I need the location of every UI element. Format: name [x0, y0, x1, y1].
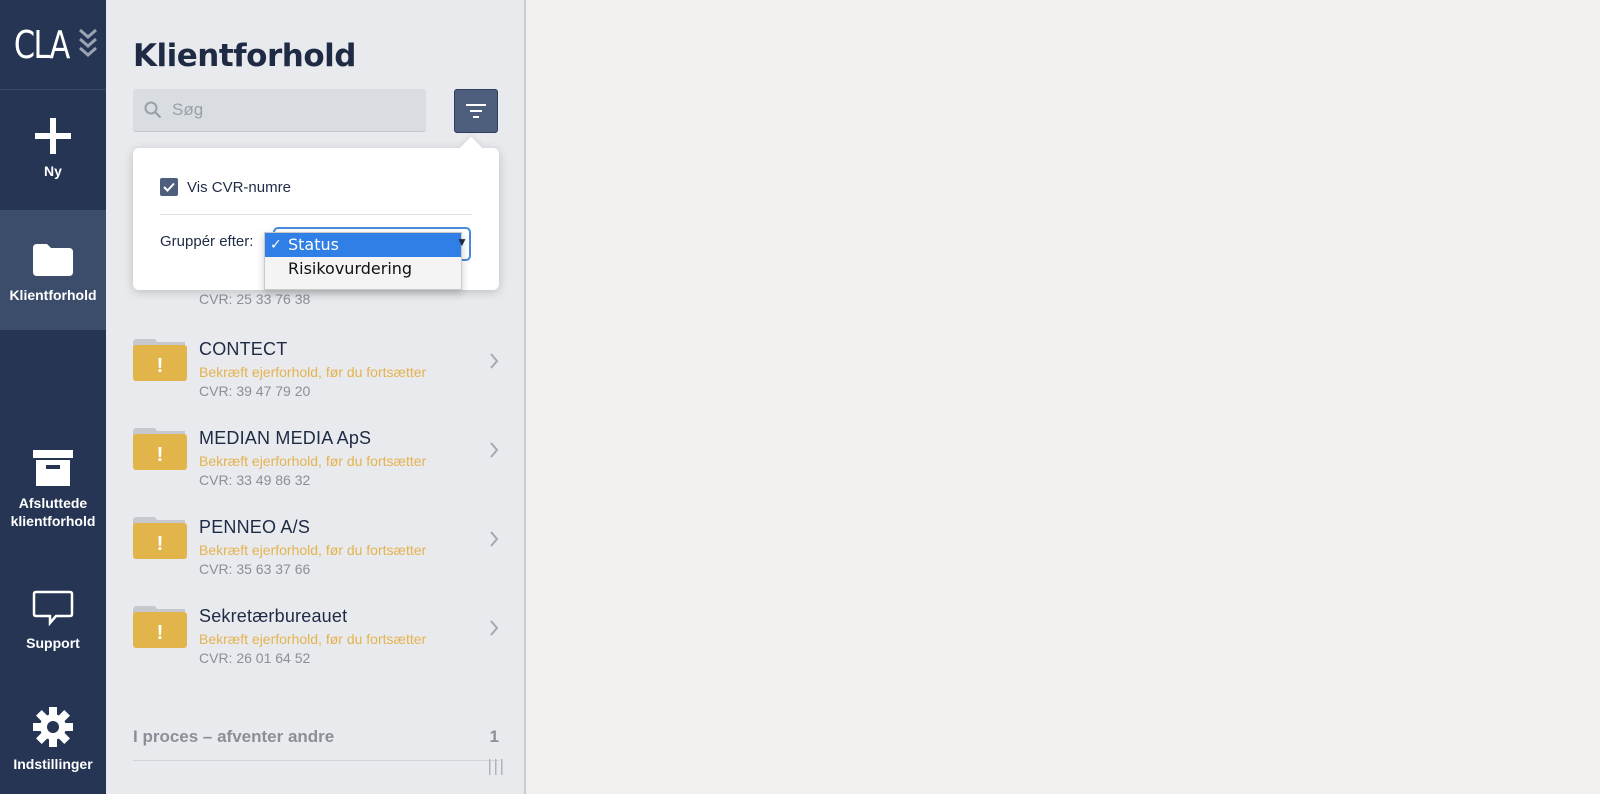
nav-label-clients: Klientforhold [9, 287, 97, 303]
client-list-item[interactable]: ! PENNEO A/S Bekræft ejerforhold, før du… [133, 517, 499, 587]
filter-icon [466, 104, 486, 118]
option-label: Risikovurdering [288, 259, 413, 278]
chevron-right-icon [490, 442, 499, 458]
client-cvr: CVR: 39 47 79 20 [199, 383, 311, 399]
chevron-right-icon [490, 531, 499, 547]
folder-badge: ! [157, 622, 164, 644]
chevron-right-icon [490, 353, 499, 369]
search-input[interactable] [170, 99, 414, 121]
option-label: Status [288, 235, 339, 254]
section-count: 1 [489, 727, 499, 746]
side-nav: CLA Ny Klientforhold Afsluttede klientfo… [0, 0, 106, 794]
client-name: Sekretærbureauet [199, 606, 348, 626]
select-caret-icon: ▼ [456, 235, 468, 249]
nav-label-settings: Indstillinger [13, 756, 93, 772]
filter-popover: Vis CVR-numre Gruppér efter: ▼ ✓ Status … [133, 136, 499, 290]
show-cvr-row[interactable]: Vis CVR-numre [160, 178, 291, 196]
nav-label-archived: Afsluttede klientforhold [10, 495, 96, 529]
archive-box-icon [33, 450, 73, 486]
client-list-item[interactable]: ! Sekretærbureauet Bekræft ejerforhold, … [133, 606, 499, 676]
client-list-item[interactable]: ! CONTECT Bekræft ejerforhold, før du fo… [133, 339, 499, 409]
search-icon [144, 101, 162, 119]
group-by-option-status[interactable]: ✓ Status [265, 233, 461, 257]
client-name: CONTECT [199, 339, 288, 359]
checkmark-icon [163, 182, 175, 192]
folder-icon [33, 244, 73, 276]
nav-label-support: Support [26, 635, 80, 651]
client-cvr: CVR: 26 01 64 52 [199, 650, 311, 666]
nav-item-settings[interactable]: Indstillinger [0, 707, 106, 773]
logo[interactable]: CLA [0, 0, 106, 90]
nav-item-archived[interactable]: Afsluttede klientforhold [0, 450, 106, 530]
warning-folder-icon: ! [133, 517, 187, 559]
selected-check-icon: ✓ [270, 237, 282, 253]
client-name: MEDIAN MEDIA ApS [199, 428, 372, 448]
filter-button[interactable] [454, 89, 498, 133]
client-warning: Bekræft ejerforhold, før du fortsætter [199, 364, 427, 380]
client-warning: Bekræft ejerforhold, før du fortsætter [199, 542, 427, 558]
nav-item-clients[interactable]: Klientforhold [0, 210, 106, 330]
popover-arrow [459, 136, 483, 160]
group-by-label: Gruppér efter: [160, 233, 254, 250]
show-cvr-label: Vis CVR-numre [187, 178, 291, 196]
resize-grip-icon[interactable] [487, 757, 505, 775]
page-title: Klientforhold [133, 38, 356, 74]
client-cvr: CVR: 35 63 37 66 [199, 561, 311, 577]
search-box[interactable] [133, 89, 426, 132]
warning-folder-icon: ! [133, 606, 187, 648]
client-list-panel: Klientforhold Vis CVR-numre Gruppér efte… [106, 0, 526, 794]
popover-divider [160, 214, 472, 215]
warning-folder-icon: ! [133, 339, 187, 381]
warning-folder-icon: ! [133, 428, 187, 470]
gear-icon [33, 707, 73, 747]
chevron-right-icon [490, 620, 499, 636]
client-cvr: CVR: 33 49 86 32 [199, 472, 311, 488]
section-title: I proces – afventer andre [133, 727, 335, 746]
nav-item-support[interactable]: Support [0, 590, 106, 652]
nav-item-new[interactable]: Ny [0, 118, 106, 180]
folder-badge: ! [157, 533, 164, 555]
group-by-dropdown: ✓ Status Risikovurdering [264, 232, 462, 290]
section-divider [133, 760, 499, 761]
client-warning: Bekræft ejerforhold, før du fortsætter [199, 631, 427, 647]
client-warning: Bekræft ejerforhold, før du fortsætter [199, 453, 427, 469]
logo-text: CLA [13, 22, 70, 67]
folder-badge: ! [157, 444, 164, 466]
client-name: PENNEO A/S [199, 517, 311, 537]
main-content-area [526, 0, 1600, 794]
nav-label-new: Ny [44, 163, 62, 179]
plus-icon [35, 118, 71, 154]
group-by-option-risk[interactable]: Risikovurdering [265, 257, 461, 281]
logo-chevrons-icon [79, 28, 98, 57]
partial-item-cvr: CVR: 25 33 76 38 [199, 291, 311, 307]
folder-badge: ! [157, 355, 164, 377]
chat-bubble-icon [32, 590, 74, 626]
client-list-item[interactable]: ! MEDIAN MEDIA ApS Bekræft ejerforhold, … [133, 428, 499, 498]
section-header[interactable]: I proces – afventer andre 1 [133, 727, 499, 747]
show-cvr-checkbox[interactable] [160, 178, 178, 196]
